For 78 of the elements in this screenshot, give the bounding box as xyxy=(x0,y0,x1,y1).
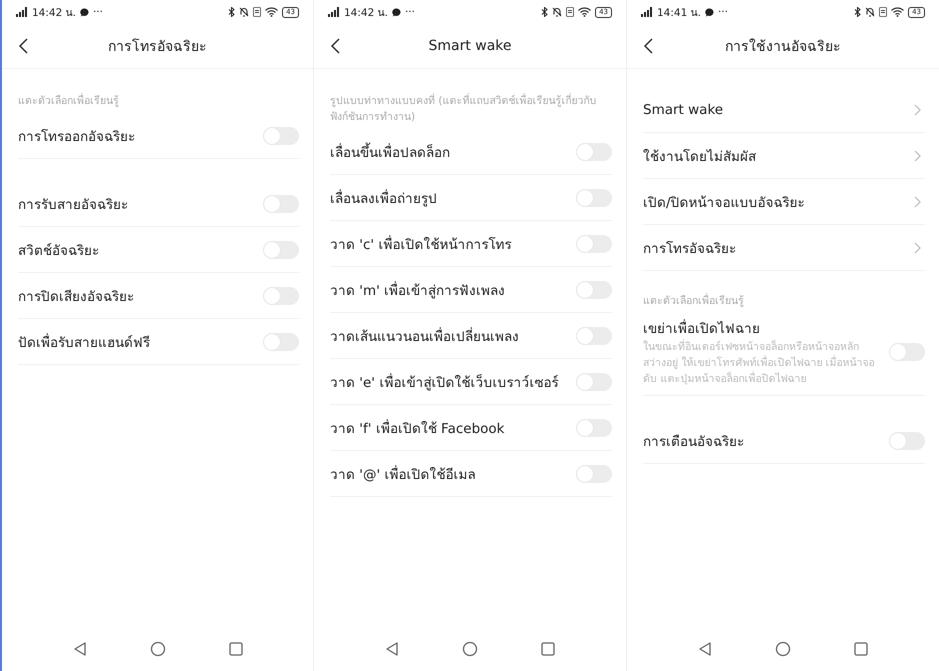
recents-icon[interactable] xyxy=(540,641,556,657)
toggle-switch[interactable] xyxy=(263,194,299,212)
toggle-switch[interactable] xyxy=(889,432,925,450)
bell-off-icon xyxy=(865,7,876,17)
section-heading: แตะตัวเลือกเพื่อเรียนรู้ xyxy=(643,293,745,309)
menu-item[interactable]: ใช้งานโดยไม่สัมผัส xyxy=(643,133,925,179)
setting-label: การโทรออกอัจฉริยะ xyxy=(18,128,136,146)
setting-label: สวิตช์อัจฉริยะ xyxy=(18,242,100,260)
section-heading: แตะตัวเลือกเพื่อเรียนรู้ xyxy=(18,93,120,109)
bluetooth-icon xyxy=(541,7,548,17)
toggle-switch[interactable] xyxy=(576,372,612,390)
toggle-switch[interactable] xyxy=(576,418,612,436)
chevron-icon xyxy=(914,150,921,162)
setting-label: วาด '@' เพื่อเปิดใช้อีเมล xyxy=(330,464,477,484)
bluetooth-icon xyxy=(228,7,236,17)
bell-off-icon xyxy=(239,7,250,17)
toggle-switch[interactable] xyxy=(576,188,612,206)
chat-icon xyxy=(80,8,89,16)
clock: 14:42 น. xyxy=(344,6,388,20)
setting-label: วาด 'f' เพื่อเปิดใช้ Facebook xyxy=(330,418,506,438)
back-icon[interactable] xyxy=(330,38,340,54)
wifi-icon xyxy=(265,7,278,17)
home-icon[interactable] xyxy=(775,641,791,657)
menu-item[interactable]: การโทรอัจฉริยะ xyxy=(643,225,925,271)
signal-icon xyxy=(16,7,28,17)
signal-icon xyxy=(641,7,653,17)
chat-icon xyxy=(392,8,401,16)
setting-label: วาดเส้นแนวนอนเพื่อเปลี่ยนเพลง xyxy=(330,326,520,346)
setting-label: การเตือนอัจฉริยะ xyxy=(643,432,745,452)
toggle-switch[interactable] xyxy=(263,126,299,144)
wifi-icon xyxy=(891,7,904,17)
more-notifications: ··· xyxy=(92,6,103,18)
setting-label: การรับสายอัจฉริยะ xyxy=(18,196,129,214)
back-nav-icon[interactable] xyxy=(72,641,88,657)
toggle-switch[interactable] xyxy=(576,280,612,298)
recents-icon[interactable] xyxy=(228,641,244,657)
recents-icon[interactable] xyxy=(853,641,869,657)
menu-item[interactable]: Smart wake xyxy=(643,87,925,133)
setting-label: เลื่อนลงเพื่อถ่ายรูป xyxy=(330,188,438,208)
home-icon[interactable] xyxy=(150,641,166,657)
back-nav-icon[interactable] xyxy=(384,641,400,657)
screen-title: การโทรอัจฉริยะ xyxy=(108,38,207,57)
toggle-switch[interactable] xyxy=(263,286,299,304)
bell-off-icon xyxy=(552,7,562,17)
toggle-switch[interactable] xyxy=(889,343,925,361)
bluetooth-icon xyxy=(854,7,862,17)
chevron-icon xyxy=(914,242,921,254)
screen-title: การใช้งานอัจฉริยะ xyxy=(725,38,841,57)
clock: 14:42 น. xyxy=(32,6,76,20)
clock: 14:41 น. xyxy=(657,6,701,20)
signal-icon xyxy=(328,7,340,17)
more-notifications: ··· xyxy=(404,6,415,18)
setting-label: เขย่าเพื่อเปิดไฟฉาย xyxy=(643,318,761,339)
back-icon[interactable] xyxy=(18,38,28,54)
setting-label: การปิดเสียงอัจฉริยะ xyxy=(18,288,135,306)
chat-icon xyxy=(704,8,714,16)
back-icon[interactable] xyxy=(643,38,653,54)
toggle-switch[interactable] xyxy=(576,142,612,160)
wifi-icon xyxy=(578,7,592,17)
setting-label: วาด 'c' เพื่อเปิดใช้หน้าการโทร xyxy=(330,234,512,254)
section-heading: รูปแบบท่าทางแบบคงที่ (แตะที่แถบสวิตช์เพื่อเรียนรู้เกี่ยวกับฟังก์ชันการทำงาน) xyxy=(330,93,598,125)
setting-label: ปัดเพื่อรับสายแฮนด์ฟรี xyxy=(18,332,151,352)
setting-label: วาด 'm' เพื่อเข้าสู่การฟังเพลง xyxy=(330,280,506,300)
menu-item[interactable]: เปิด/ปิดหน้าจอแบบอัจฉริยะ xyxy=(643,179,925,225)
chevron-icon xyxy=(914,196,921,208)
screen-title: Smart wake xyxy=(428,38,512,54)
toggle-switch[interactable] xyxy=(576,234,612,252)
toggle-switch[interactable] xyxy=(576,464,612,482)
home-icon[interactable] xyxy=(462,641,478,657)
chevron-icon xyxy=(914,104,921,116)
back-nav-icon[interactable] xyxy=(697,641,713,657)
toggle-switch[interactable] xyxy=(576,326,612,344)
toggle-switch[interactable] xyxy=(263,332,299,350)
more-notifications: ··· xyxy=(718,6,728,18)
toggle-switch[interactable] xyxy=(263,240,299,258)
setting-description: ในขณะที่อินเตอร์เฟซหน้าจอล็อกหรือหน้าจอหลักสว่างอยู่ ให้เขย่าโทรศัพท์เพื่อเปิดไฟฉาย เมื่อหน้าจอดับ แตะปุ่มหน้าจอล็อกเพื่อปิดไฟฉาย xyxy=(643,339,876,387)
setting-label: เลื่อนขึ้นเพื่อปลดล็อก xyxy=(330,142,451,162)
setting-label: วาด 'e' เพื่อเข้าสู่เปิดใช้เว็บเบราว์เซอร์ xyxy=(330,372,560,392)
